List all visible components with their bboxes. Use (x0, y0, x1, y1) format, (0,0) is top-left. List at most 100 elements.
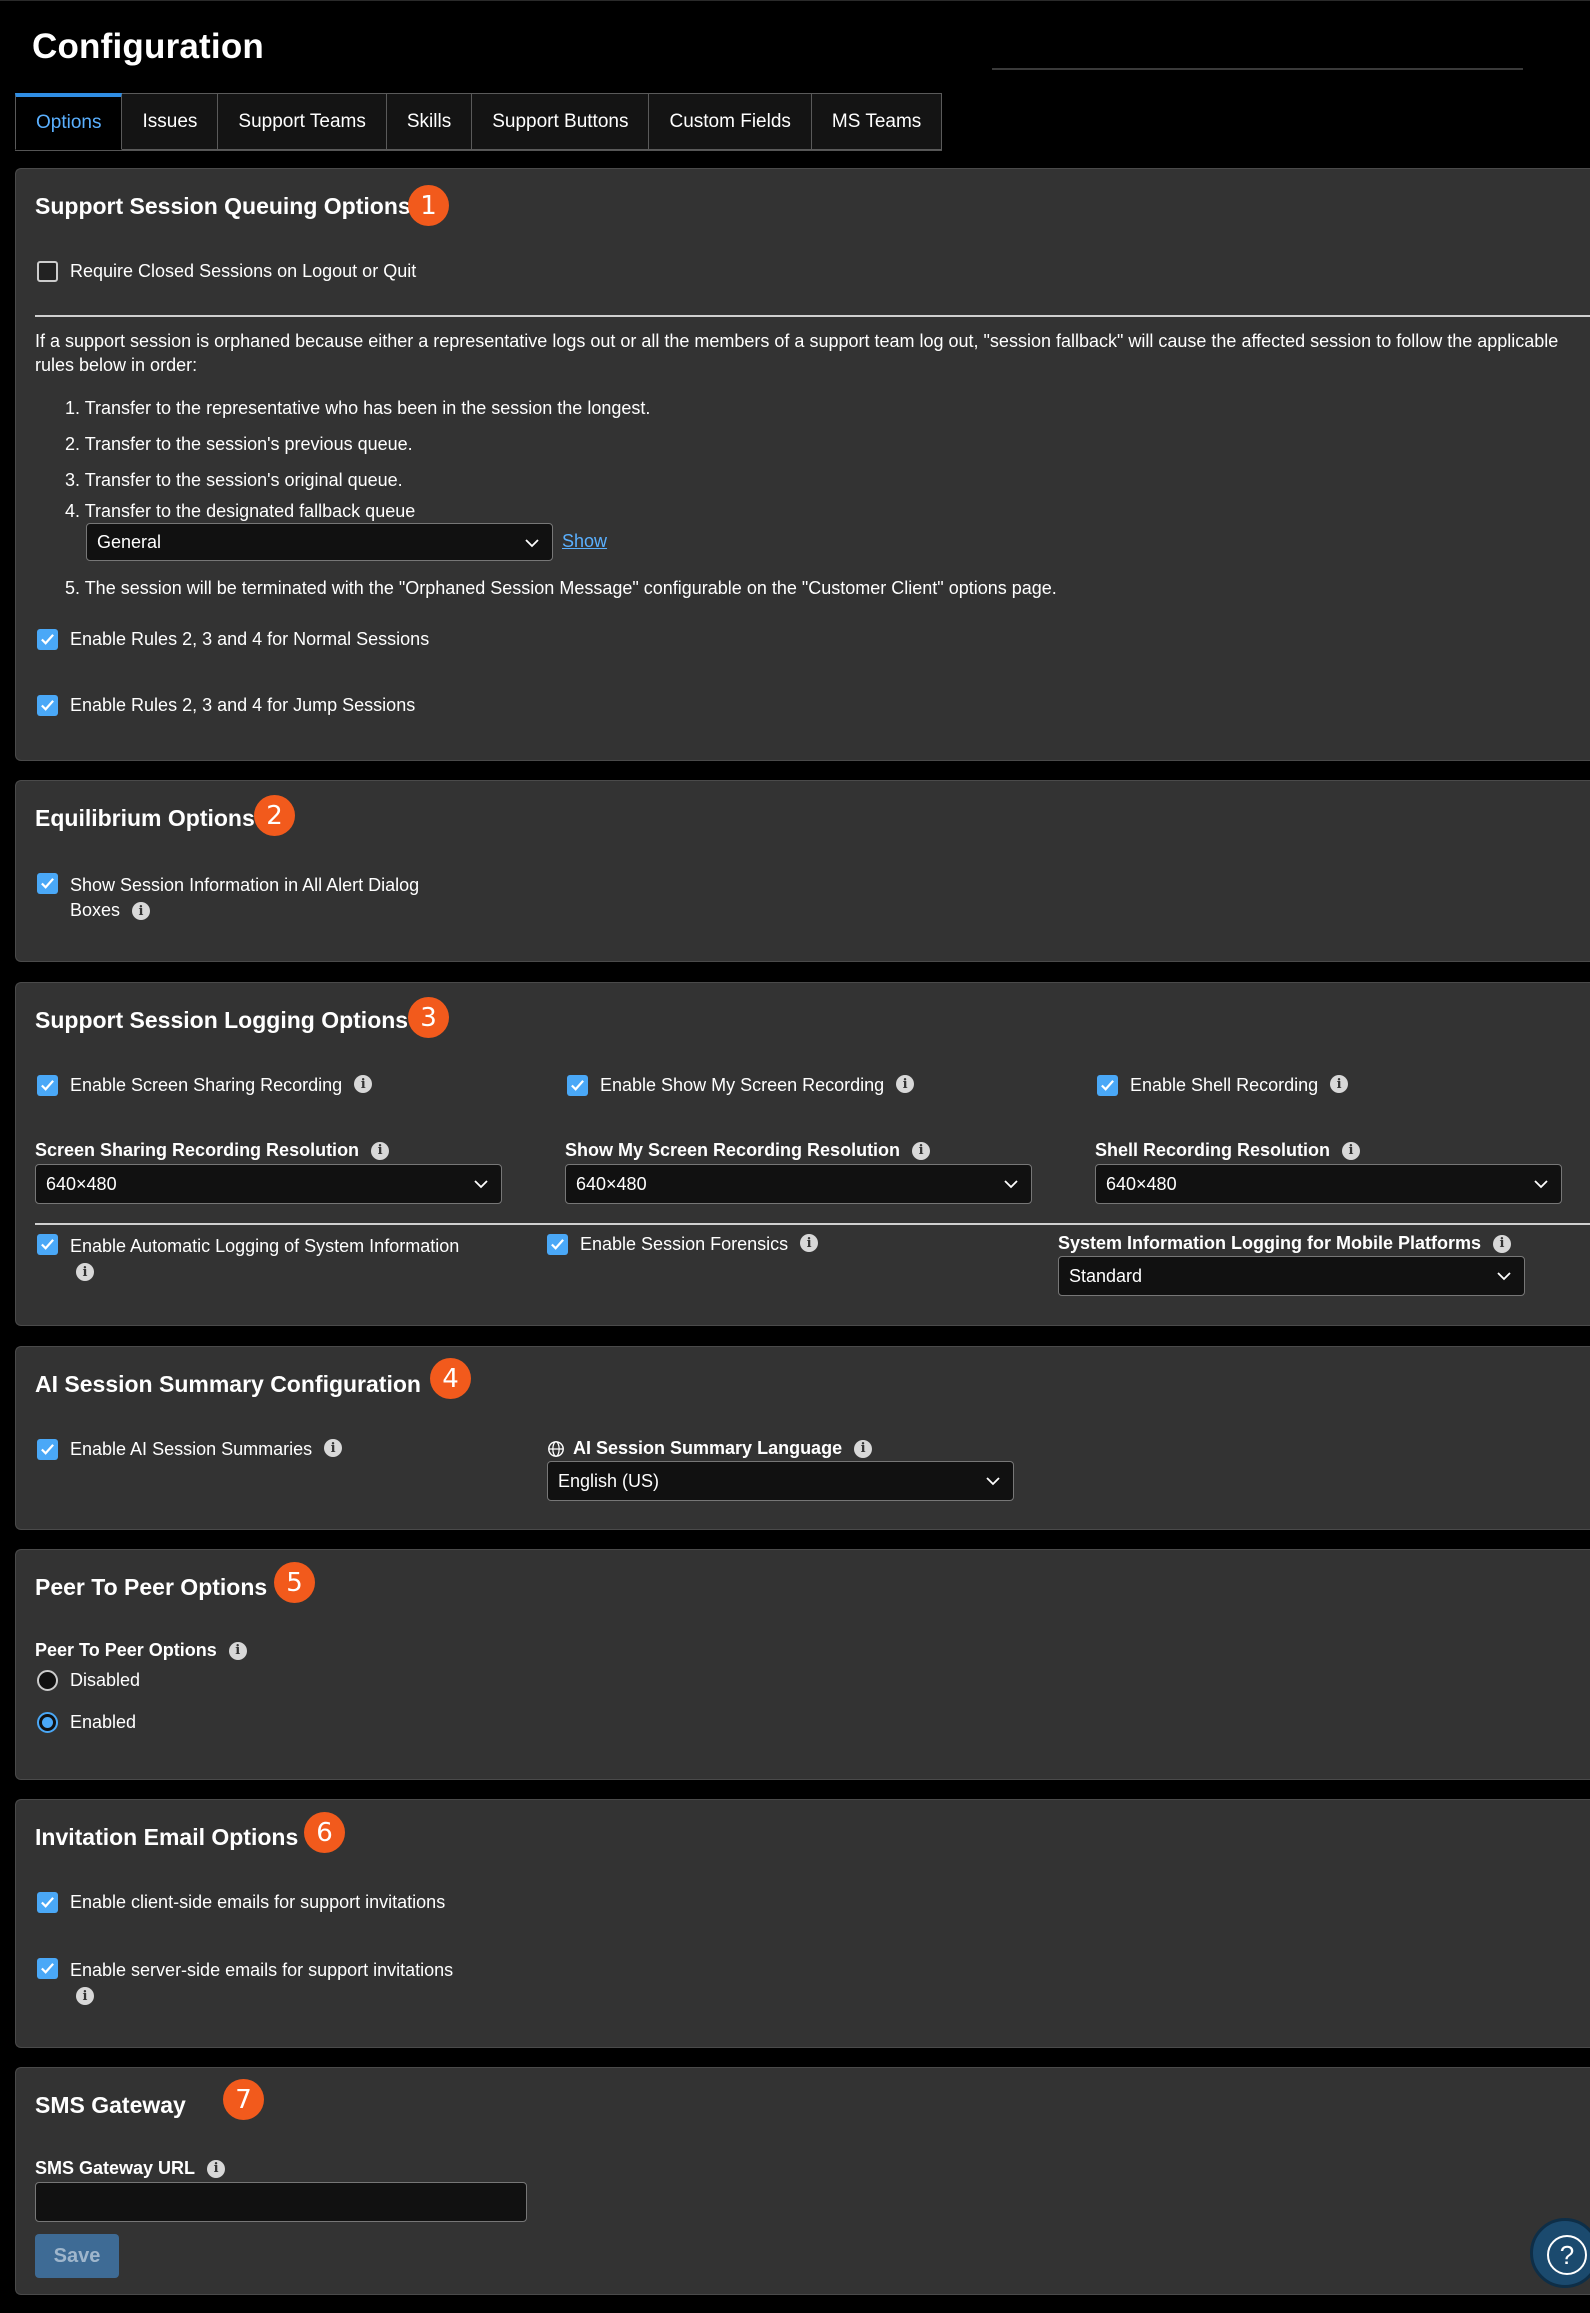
check-icon (571, 1080, 584, 1091)
check-icon (41, 1080, 54, 1091)
panel-title: Support Session Queuing Options (35, 193, 411, 219)
auto-logging-row[interactable]: Enable Automatic Logging of System Infor… (37, 1234, 459, 1284)
tab-ms-teams[interactable]: MS Teams (811, 93, 943, 150)
tab-skills[interactable]: Skills (386, 93, 473, 150)
tab-support-buttons[interactable]: Support Buttons (472, 93, 650, 150)
info-icon[interactable]: i (371, 1141, 390, 1160)
checkbox[interactable] (1097, 1075, 1118, 1096)
divider (35, 1223, 1590, 1225)
info-icon[interactable]: i (854, 1439, 873, 1458)
info-icon[interactable]: i (1493, 1234, 1512, 1253)
step-badge: 1 (408, 185, 449, 226)
chevron-down-icon (1497, 1272, 1511, 1281)
label-line: Boxes (70, 900, 121, 920)
info-icon[interactable]: i (132, 902, 151, 921)
page-title: Configuration (32, 27, 264, 66)
shell-res-select[interactable]: 640×480 (1095, 1164, 1562, 1204)
ai-language-select[interactable]: English (US) (547, 1461, 1014, 1501)
check-icon (551, 1239, 564, 1250)
panel-title: Support Session Logging Options (35, 1007, 409, 1033)
server-side-emails-row[interactable]: Enable server-side emails for support in… (37, 1958, 453, 2008)
tab-options[interactable]: Options (15, 93, 123, 150)
info-icon[interactable]: i (324, 1439, 343, 1457)
check-icon (41, 878, 54, 889)
shell-recording-row[interactable]: Enable Shell Recording i (1097, 1075, 1349, 1096)
normal-sessions-checkbox-row[interactable]: Enable Rules 2, 3 and 4 for Normal Sessi… (37, 629, 429, 650)
tab-issues[interactable]: Issues (122, 93, 219, 150)
step-badge: 5 (274, 1562, 315, 1603)
select-value: General (97, 531, 162, 552)
header: Configuration Options Issues Support Tea… (0, 0, 1590, 151)
checkbox[interactable] (37, 1958, 58, 1979)
tab-custom-fields[interactable]: Custom Fields (649, 93, 812, 150)
checkbox[interactable] (37, 261, 58, 282)
chevron-down-icon (1534, 1180, 1548, 1189)
info-icon[interactable]: i (912, 1141, 931, 1160)
invitation-panel: Invitation Email Options 6 Enable client… (15, 1799, 1590, 2048)
rule-item: 4. Transfer to the designated fallback q… (65, 501, 416, 521)
info-icon[interactable]: i (354, 1075, 373, 1093)
ai-summary-panel: AI Session Summary Configuration 4 Enabl… (15, 1346, 1590, 1530)
screen-res-select[interactable]: 640×480 (35, 1164, 502, 1204)
jump-sessions-checkbox-row[interactable]: Enable Rules 2, 3 and 4 for Jump Session… (37, 695, 415, 716)
chevron-down-icon (986, 1477, 1000, 1486)
enable-ai-summaries-row[interactable]: Enable AI Session Summaries i (37, 1439, 343, 1460)
tab-support-teams[interactable]: Support Teams (218, 93, 387, 150)
tab-bar: Options Issues Support Teams Skills Supp… (15, 93, 943, 151)
label-text: System Information Logging for Mobile Pl… (1058, 1233, 1482, 1253)
label-text: Show My Screen Recording Resolution (565, 1140, 901, 1160)
panel-title: Peer To Peer Options (35, 1574, 268, 1600)
mobile-logging-select[interactable]: Standard (1058, 1256, 1525, 1296)
chevron-down-icon (474, 1180, 488, 1189)
checkbox[interactable] (547, 1234, 568, 1255)
info-icon[interactable]: i (228, 1641, 247, 1660)
sms-url-input[interactable] (35, 2182, 527, 2222)
check-icon (41, 634, 54, 645)
show-session-info-checkbox-row[interactable]: Show Session Information in All Alert Di… (37, 873, 419, 923)
radio[interactable] (37, 1712, 58, 1733)
select-value: 640×480 (576, 1173, 647, 1194)
info-icon[interactable]: i (76, 1987, 94, 2006)
step-badge: 7 (223, 2079, 264, 2120)
info-icon[interactable]: i (76, 1263, 94, 1282)
checkbox-label: Show Session Information in All Alert Di… (70, 873, 419, 923)
screen-sharing-recording-row[interactable]: Enable Screen Sharing Recording i (37, 1075, 373, 1096)
radio[interactable] (37, 1670, 58, 1691)
checkbox[interactable] (37, 1075, 58, 1096)
show-my-screen-recording-row[interactable]: Enable Show My Screen Recording i (567, 1075, 915, 1096)
checkbox-label: Enable client-side emails for support in… (70, 1892, 446, 1912)
label-text: Enable Automatic Logging of System Infor… (70, 1236, 460, 1256)
checkbox[interactable] (37, 1234, 58, 1255)
chevron-down-icon (525, 539, 539, 548)
info-icon[interactable]: i (1330, 1075, 1349, 1093)
session-forensics-row[interactable]: Enable Session Forensics i (547, 1234, 819, 1255)
check-icon (41, 1897, 54, 1908)
show-queue-link[interactable]: Show (562, 529, 607, 553)
label-line: Show Session Information in All Alert Di… (70, 875, 420, 895)
info-icon[interactable]: i (207, 2159, 226, 2178)
info-icon[interactable]: i (800, 1234, 819, 1252)
checkbox[interactable] (37, 1892, 58, 1913)
screen-res-label: Screen Sharing Recording Resolution i (35, 1140, 390, 1161)
info-icon[interactable]: i (896, 1075, 915, 1093)
checkbox[interactable] (37, 873, 58, 894)
save-button[interactable]: Save (35, 2234, 119, 2278)
checkbox[interactable] (37, 629, 58, 650)
p2p-enabled-radio-row[interactable]: Enabled (37, 1712, 136, 1733)
fallback-description: If a support session is orphaned because… (35, 331, 1559, 375)
logging-panel: Support Session Logging Options 3 Enable… (15, 982, 1590, 1326)
client-side-emails-row[interactable]: Enable client-side emails for support in… (37, 1892, 445, 1913)
p2p-disabled-radio-row[interactable]: Disabled (37, 1670, 140, 1691)
checkbox[interactable] (37, 695, 58, 716)
checkbox[interactable] (567, 1075, 588, 1096)
fallback-queue-select[interactable]: General (86, 523, 553, 561)
show-res-select[interactable]: 640×480 (565, 1164, 1032, 1204)
require-closed-checkbox-row[interactable]: Require Closed Sessions on Logout or Qui… (37, 261, 416, 282)
check-icon (41, 1444, 54, 1455)
info-icon[interactable]: i (1342, 1141, 1361, 1160)
checkbox[interactable] (37, 1439, 58, 1460)
checkbox-label: Enable Show My Screen Recording (600, 1075, 885, 1095)
checkbox-label: Enable server-side emails for support in… (70, 1958, 453, 2008)
shell-res-label: Shell Recording Resolution i (1095, 1140, 1361, 1161)
radio-label: Disabled (70, 1670, 141, 1690)
